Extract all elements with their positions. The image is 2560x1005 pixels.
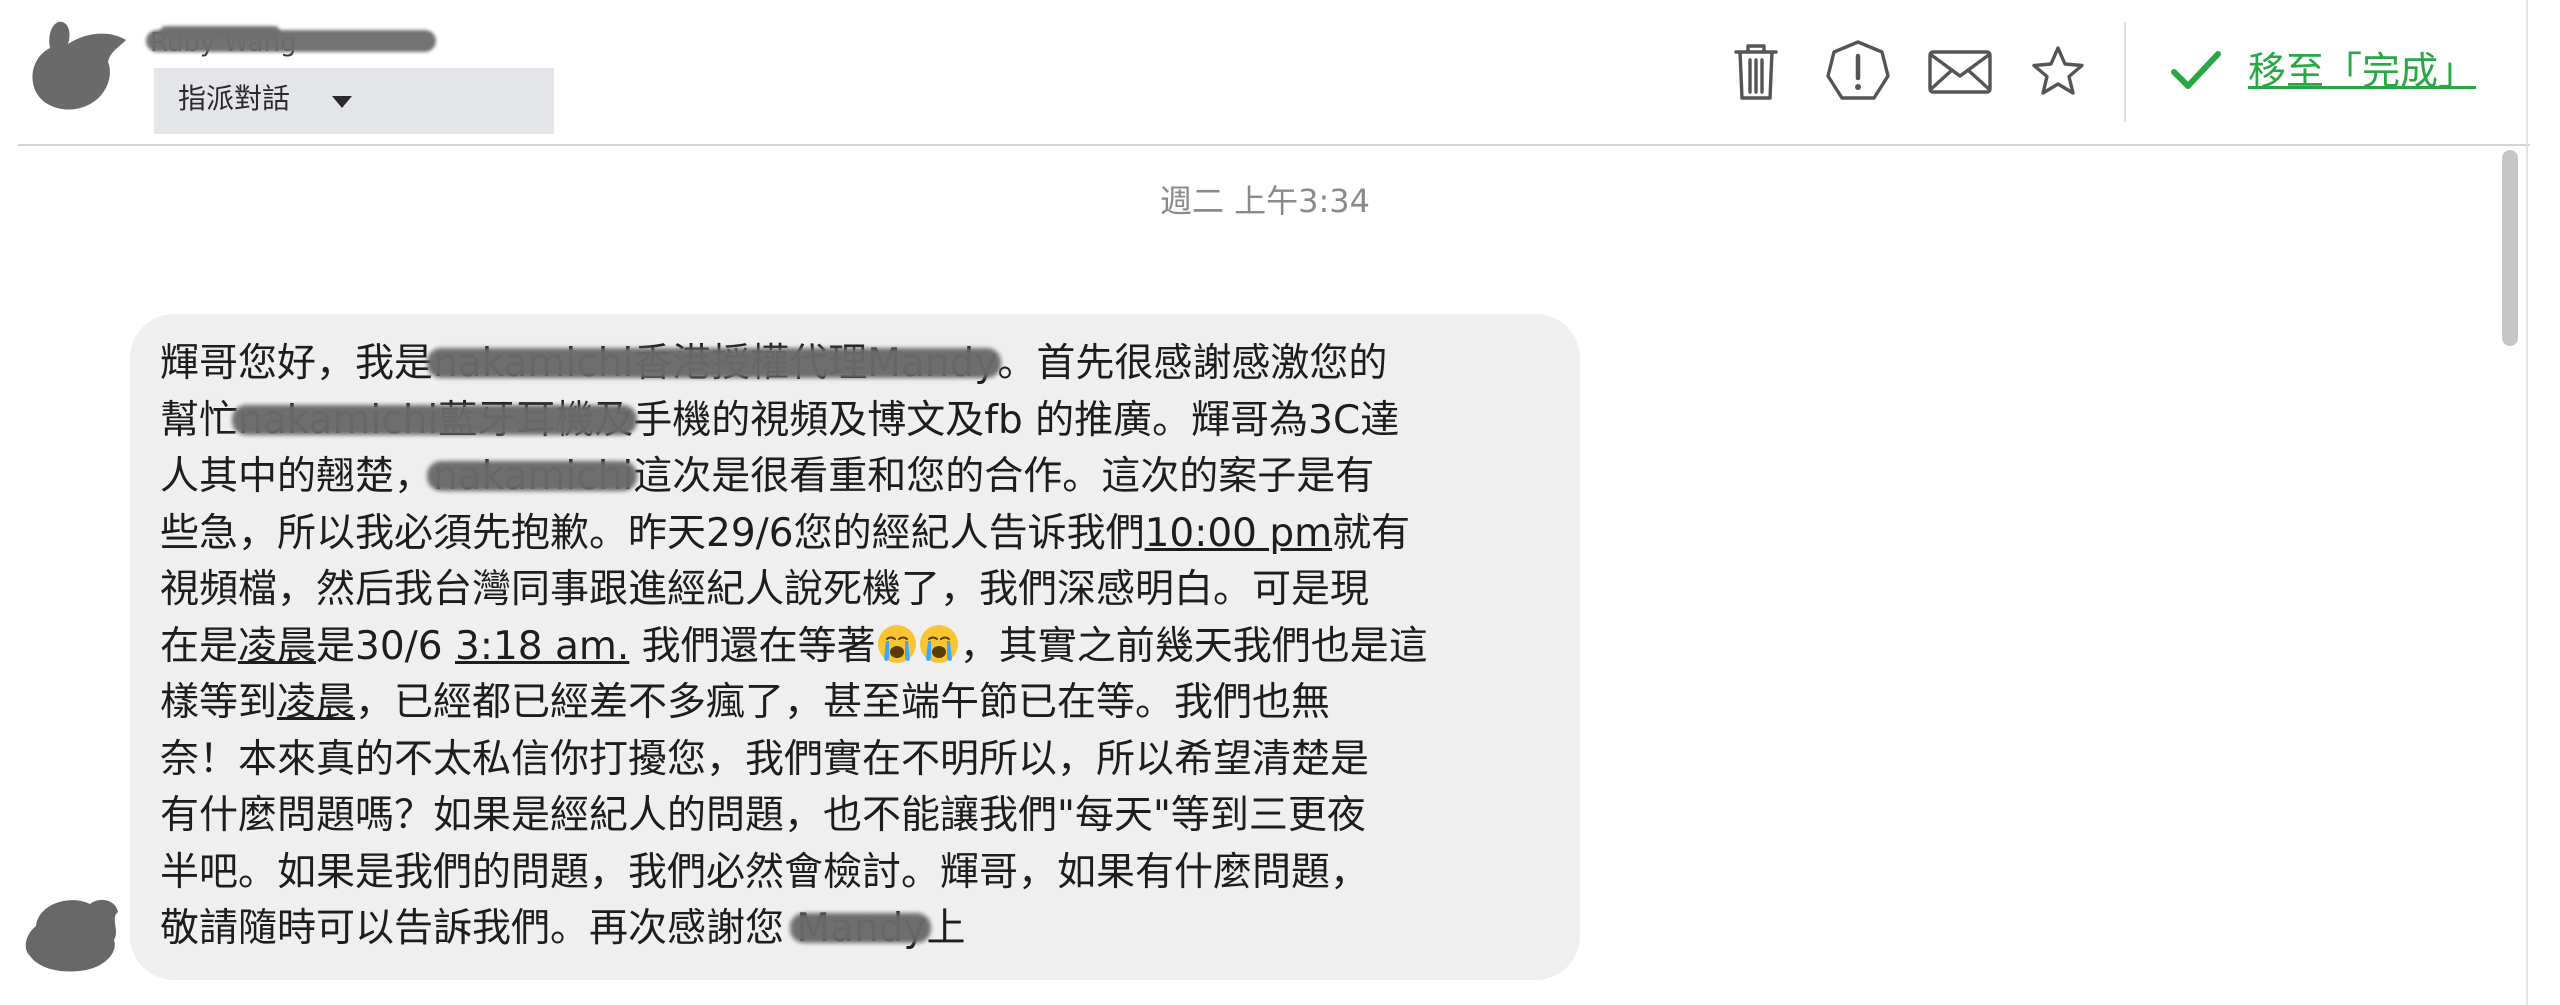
toolbar-divider (2124, 22, 2126, 122)
message-line: 些急，所以我必須先抱歉。昨天29/6您的經紀人告诉我們10:00 pm就有 (160, 506, 1560, 563)
redaction-mask (790, 913, 931, 943)
message-text-segment: 手機的視頻及博文及fb 的推廣。輝哥為3C達 (633, 397, 1400, 443)
redacted-text: Mandy (790, 901, 931, 958)
redaction-mask (232, 404, 638, 435)
assign-conversation-dropdown[interactable]: 指派對話 (154, 68, 554, 134)
message-text-segment: 我們還在等著 (629, 623, 876, 669)
message-line: 人其中的翹楚，nakamichi這次是很看重和您的合作。這次的案子是有 (160, 449, 1560, 506)
message-line: 有什麼問題嗎？如果是經紀人的問題，也不能讓我們"每天"等到三更夜 (160, 788, 1560, 845)
crying-face-emoji (877, 624, 916, 663)
message-text-segment: 是30/6 (316, 623, 456, 669)
exclamation-icon[interactable] (1822, 36, 1894, 108)
message-text-segment: 視頻檔，然后我台灣同事跟進經紀人說死機了，我們深感明白。可是現 (160, 567, 1370, 612)
underlined-text: 3:18 am. (455, 623, 630, 669)
message-line: 輝哥您好，我是nakamichi香港授權代理Mandy。首先很感謝感激您的 (160, 336, 1560, 393)
scrollbar-thumb[interactable] (2502, 150, 2518, 346)
message-text-segment: 些急，所以我必須先抱歉。昨天29/6您的經紀人告诉我們 (160, 510, 1145, 556)
message-text-segment: 敬請隨時可以告訴我們。再次感謝您 (160, 906, 797, 951)
panel-edge (2526, 0, 2528, 1005)
message-line: 樣等到凌晨，已經都已經差不多瘋了，甚至端午節已在等。我們也無 (160, 675, 1560, 732)
message-timestamp: 週二 上午3:34 (1159, 182, 1371, 220)
underlined-text: 凌晨 (277, 680, 356, 725)
message-text-segment: 有什麼問題嗎？如果是經紀人的問題，也不能讓我們"每天"等到三更夜 (160, 793, 1366, 838)
underlined-text: 10:00 pm (1144, 510, 1333, 556)
message-line: 在是凌晨是30/6 3:18 am. 我們還在等著 ，其實之前幾天我們也是這 (160, 619, 1560, 676)
message-line: 幫忙nakamichi藍牙耳機及手機的視頻及博文及fb 的推廣。輝哥為3C達 (160, 393, 1560, 450)
redacted-text: nakamichi (427, 449, 638, 506)
message-text-segment: 奈！本來真的不太私信你打擾您，我們實在不明所以，所以希望清楚是 (160, 736, 1370, 782)
sender-avatar[interactable] (28, 18, 136, 114)
move-to-done-link[interactable]: 移至「完成」 (2248, 46, 2476, 96)
message-text-segment: 上 (926, 906, 966, 951)
message-text: 輝哥您好，我是nakamichi香港授權代理Mandy。首先很感謝感激您的幫忙n… (160, 336, 1560, 958)
assign-conversation-label: 指派對話 (178, 82, 291, 115)
message-text-segment: 半吧。如果是我們的問題，我們必然會檢討。輝哥，如果有什麼問題， (160, 849, 1370, 895)
message-line: 敬請隨時可以告訴我們。再次感謝您 Mandy上 (160, 901, 1560, 958)
message-text-segment: 幫忙 (160, 397, 239, 443)
star-icon[interactable] (2022, 36, 2094, 108)
envelope-icon[interactable] (1924, 36, 1996, 108)
message-text-segment: ，已經都已經差不多瘋了，甚至端午節已在等。我們也無 (355, 680, 1331, 725)
message-text-segment: 這次是很看重和您的合作。這次的案子是有 (633, 454, 1375, 499)
caret-down-icon (332, 96, 352, 108)
message-text-segment: 人其中的翹楚， (160, 454, 434, 499)
underlined-text: 凌晨 (238, 623, 317, 669)
check-icon (2171, 51, 2221, 89)
sender-name: Ruby Wang (146, 26, 436, 60)
message-thread: 週二 上午3:34 輝哥您好，我是nakamichi香港授權代理Mandy。首先… (0, 146, 2530, 1005)
message-text-segment: ，其實之前幾天我們也是這 (959, 623, 1428, 669)
message-bubble: 輝哥您好，我是nakamichi香港授權代理Mandy。首先很感謝感激您的幫忙n… (130, 314, 1580, 980)
conversation-window: Ruby Wang 指派對話 (0, 0, 2560, 1005)
redaction-mask (427, 461, 638, 491)
message-text-segment: 。首先很感謝感激您的 (997, 341, 1388, 386)
crying-face-emoji (919, 624, 958, 663)
message-line: 視頻檔，然后我台灣同事跟進經紀人說死機了，我們深感明白。可是現 (160, 562, 1560, 619)
redaction-mask (427, 348, 1002, 378)
message-line: 奈！本來真的不太私信你打擾您，我們實在不明所以，所以希望清楚是 (160, 732, 1560, 789)
message-line: 半吧。如果是我們的問題，我們必然會檢討。輝哥，如果有什麼問題， (160, 845, 1560, 902)
redacted-text: nakamichi藍牙耳機及 (232, 393, 638, 450)
message-text-segment: 樣等到 (160, 680, 278, 725)
trash-icon[interactable] (1720, 36, 1792, 108)
message-text-segment: 輝哥您好，我是 (160, 341, 434, 386)
message-text-segment: 就有 (1332, 510, 1411, 556)
conversation-header: Ruby Wang 指派對話 (0, 0, 2530, 146)
message-text-segment: 在是 (160, 623, 239, 669)
redacted-text: nakamichi香港授權代理Mandy (427, 336, 1002, 393)
message-sender-avatar[interactable] (20, 890, 124, 974)
